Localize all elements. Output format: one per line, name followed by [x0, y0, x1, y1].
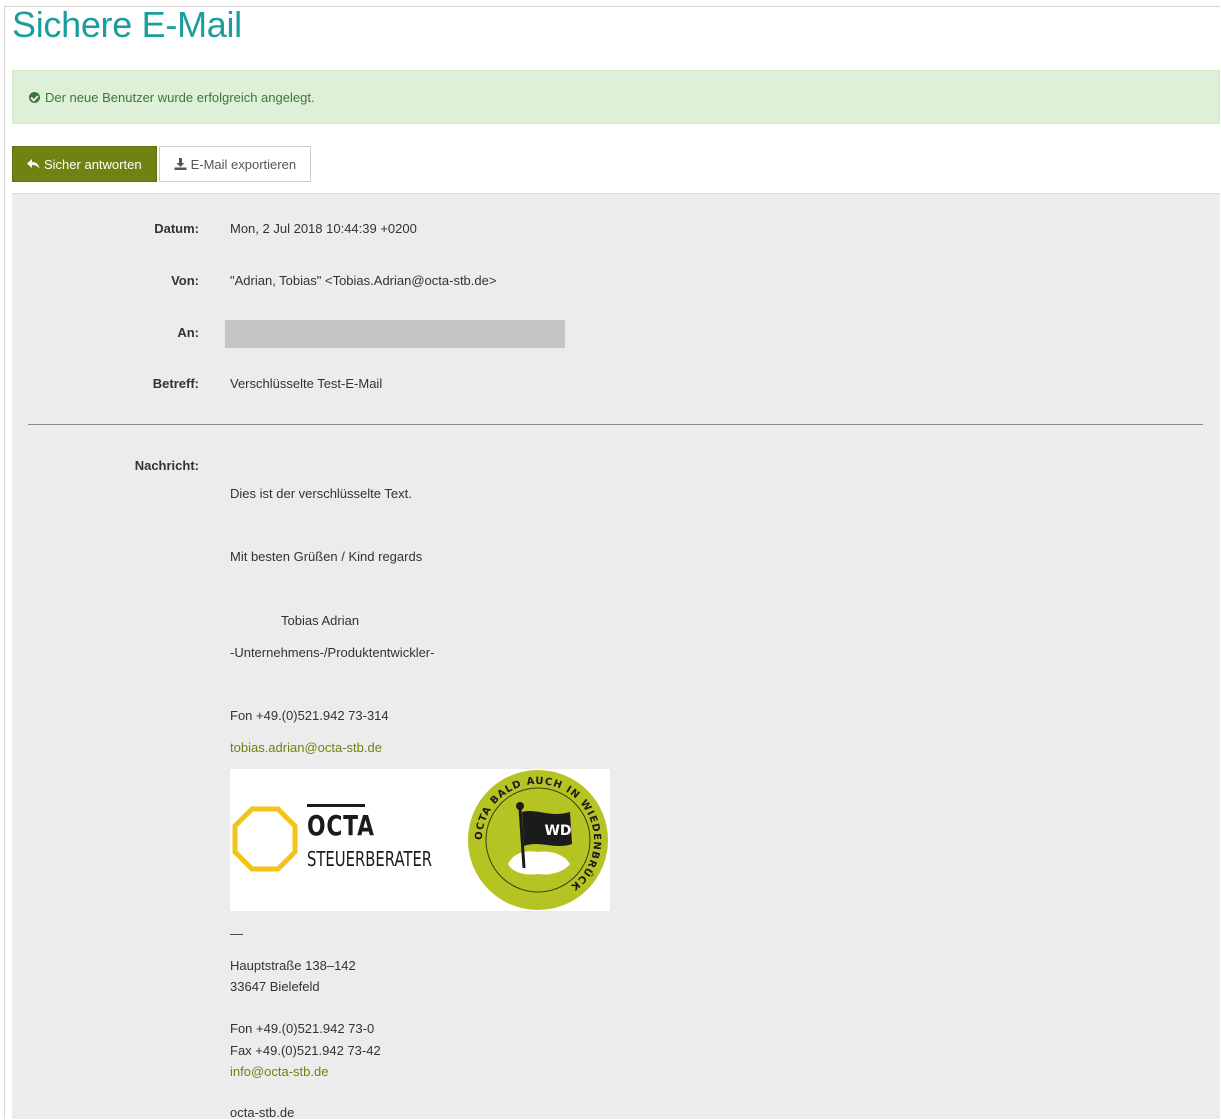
- divider: [28, 424, 1203, 425]
- signature-role: -Unternehmens-/Produktentwickler-: [230, 645, 435, 660]
- from-value: "Adrian, Tobias" <Tobias.Adrian@octa-stb…: [230, 273, 497, 288]
- office-phone: Fon +49.(0)521.942 73-0: [230, 1021, 375, 1036]
- wiedenbrueck-badge-icon: WD OCTA BALD AUCH IN WIEDENBRÜCK: [468, 770, 608, 910]
- badge-flag-text: WD: [544, 823, 571, 839]
- export-email-button[interactable]: E-Mail exportieren: [158, 146, 312, 182]
- signature-dash: —: [230, 926, 243, 941]
- subject-row: Betreff: Verschlüsselte Test-E-Mail: [12, 376, 382, 391]
- message-greeting: Mit besten Grüßen / Kind regards: [230, 549, 423, 564]
- logo-company-subtitle: STEUERBERATER: [307, 847, 433, 871]
- from-label: Von:: [171, 273, 199, 288]
- signature-email-link[interactable]: tobias.adrian@octa-stb.de: [230, 740, 382, 755]
- message-line: Dies ist der verschlüsselte Text.: [230, 486, 412, 501]
- subject-label: Betreff:: [152, 376, 199, 391]
- logo-company-name: OCTA: [307, 809, 375, 842]
- address-street: Hauptstraße 138–142: [230, 958, 356, 973]
- redacted-recipient: [225, 320, 565, 348]
- reply-securely-button[interactable]: Sicher antworten: [12, 146, 157, 182]
- logo-bar: [307, 804, 365, 807]
- alert-message: Der neue Benutzer wurde erfolgreich ange…: [45, 89, 315, 105]
- email-details-panel: Datum: Mon, 2 Jul 2018 10:44:39 +0200 Vo…: [12, 193, 1220, 1120]
- from-row: Von: "Adrian, Tobias" <Tobias.Adrian@oct…: [12, 273, 496, 288]
- to-label: An:: [177, 325, 199, 340]
- to-row: An:: [12, 325, 199, 340]
- check-circle-icon: [29, 91, 40, 103]
- page-title: Sichere E-Mail: [12, 4, 242, 45]
- office-email-link[interactable]: info@octa-stb.de: [230, 1064, 328, 1079]
- address-city: 33647 Bielefeld: [230, 979, 320, 994]
- toolbar: Sicher antworten E-Mail exportieren: [12, 146, 312, 182]
- reply-icon: [27, 158, 40, 169]
- export-button-label: E-Mail exportieren: [190, 156, 297, 172]
- success-alert: Der neue Benutzer wurde erfolgreich ange…: [12, 70, 1220, 124]
- date-value: Mon, 2 Jul 2018 10:44:39 +0200: [230, 221, 417, 236]
- octagon-logo-icon: [232, 806, 298, 872]
- signature-name: Tobias Adrian: [281, 613, 360, 628]
- office-fax: Fax +49.(0)521.942 73-42: [230, 1043, 381, 1058]
- company-logo: OCTA STEUERBERATER WD OCTA BALD AUCH IN …: [230, 769, 610, 911]
- date-row: Datum: Mon, 2 Jul 2018 10:44:39 +0200: [12, 221, 417, 236]
- signature-phone: Fon +49.(0)521.942 73-314: [230, 708, 389, 723]
- reply-button-label: Sicher antworten: [44, 156, 142, 172]
- date-label: Datum:: [154, 221, 199, 236]
- download-icon: [174, 158, 187, 170]
- subject-value: Verschlüsselte Test-E-Mail: [230, 376, 383, 391]
- message-label: Nachricht:: [134, 458, 199, 473]
- website-link[interactable]: octa-stb.de: [230, 1105, 294, 1120]
